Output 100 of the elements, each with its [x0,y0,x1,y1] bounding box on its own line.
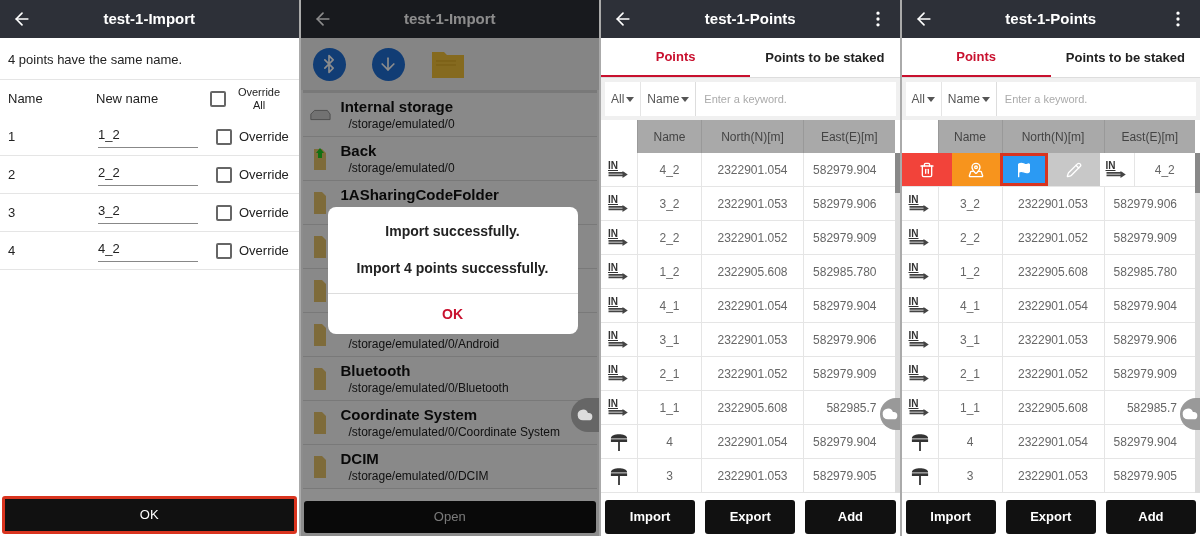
new-name-field[interactable]: 1_2 [98,125,198,148]
table-cell: 2322905.608 [701,391,803,424]
item-path: /storage/emulated/0/DCIM [348,467,489,484]
checkbox-label: Override [239,241,289,260]
table-cell: 1_1 [637,391,701,424]
item-name: DCIM [340,449,380,468]
checkbox-label: Override All [236,86,282,112]
table-cell: 2_2 [637,221,701,254]
table-cell: 582985.780 [803,255,895,288]
download-icon[interactable] [371,47,405,81]
table-cell: 2322901.053 [1001,187,1104,220]
table-cell: 4 [637,425,701,458]
table-cell: 2322905.608 [1001,255,1104,288]
checkbox[interactable] [216,204,232,221]
action-button[interactable]: Add [1105,500,1196,534]
bluetooth-icon[interactable] [312,47,346,81]
screen-title: test-1-Import [402,8,497,29]
cloud-icon[interactable] [881,406,898,422]
item-path: /storage/emulated/0/Bluetooth [348,379,509,396]
point-name: 2 [8,165,17,184]
table-cell: 2322901.053 [1001,459,1104,492]
table-cell: 3 [637,459,701,492]
duplicate-message: 4 points have the same name. [8,50,183,69]
table-cell: 2_1 [937,357,1002,390]
cloud-icon[interactable] [1182,406,1198,422]
point-name: 4 [8,241,17,260]
table-cell: 3_2 [637,187,701,220]
table-cell: 2322901.052 [1001,221,1104,254]
table-cell: 582979.909 [803,221,895,254]
receiver-icon [610,431,628,452]
table-cell: 1_1 [937,391,1002,424]
table-cell: 4_1 [937,289,1002,322]
new-name-field[interactable]: 3_2 [98,201,198,224]
map-pin-icon [967,161,984,178]
table-cell: 2322901.053 [701,323,803,356]
new-name-field[interactable]: 2_2 [98,163,198,186]
table-cell: 582979.904 [803,153,895,186]
screen-title: test-1-Import [102,8,197,29]
checkbox[interactable] [216,242,232,259]
item-name: Bluetooth [340,361,412,380]
table-cell: 582979.909 [803,357,895,390]
column-header: New name [96,90,160,109]
tab[interactable]: Points to be staked [1050,38,1200,77]
item-name: 1ASharingCodeFolder [340,185,499,204]
table-cell: 2322901.053 [1001,323,1104,356]
table-cell: 2322901.053 [701,459,803,492]
filter-dropdown[interactable]: Name [640,82,696,116]
folder-icon [313,455,326,478]
folder-icon [313,147,326,170]
caret-icon [681,96,690,102]
table-cell: 3_1 [937,323,1002,356]
table-cell: 582979.906 [803,187,895,220]
table-cell: 1_2 [937,255,1002,288]
table-cell: 2_2 [937,221,1002,254]
folder-icon [313,191,326,214]
pencil-icon [1065,161,1082,178]
action-button[interactable]: Export [1005,500,1096,534]
filter-dropdown[interactable]: Name [940,82,996,116]
dialog-ok-button[interactable]: OK [327,293,578,334]
table-cell: 4_2 [637,153,701,186]
table-cell: 3 [937,459,1002,492]
table-cell: 2322905.608 [701,255,803,288]
table-cell: 2322901.054 [701,153,803,186]
table-cell: 2322901.052 [701,357,803,390]
item-name: Back [340,141,378,160]
flag-icon [1015,161,1032,178]
open-button[interactable]: Open [303,501,596,533]
point-name: 3 [8,203,17,222]
action-button[interactable]: Import [905,500,996,534]
cloud-icon[interactable] [577,407,593,423]
ok-button[interactable]: OK [2,496,297,534]
item-name: Internal storage [340,97,455,116]
table-cell: 582979.904 [803,289,895,322]
screen-title: test-1-Points [1004,8,1098,29]
table-cell: 1_2 [637,255,701,288]
new-name-field[interactable]: 4_2 [98,239,198,262]
caret-icon [981,96,990,102]
table-cell: 4 [937,425,1002,458]
swipe-action-button[interactable] [901,153,952,186]
action-button[interactable]: Export [705,500,796,534]
checkbox[interactable] [210,91,226,107]
action-button[interactable]: Add [805,500,896,534]
item-path: /storage/emulated/0/Coordinate System [348,423,560,440]
tab[interactable]: Points to be staked [750,38,900,77]
checkbox[interactable] [216,166,232,183]
folder-icon [313,323,326,346]
table-cell: 2_1 [637,357,701,390]
filter-dropdown[interactable]: All [905,82,941,116]
action-button[interactable]: Import [605,500,696,534]
swipe-action-button[interactable] [999,153,1048,186]
checkbox[interactable] [216,128,232,145]
point-name: 1 [8,127,17,146]
item-name: Coordinate System [340,405,479,424]
caret-icon [926,96,935,102]
search-field[interactable]: Enter a keyword. [695,82,896,116]
table-cell: 582979.905 [803,459,895,492]
column-header: North(N)[m] [701,120,803,153]
filter-dropdown[interactable]: All [605,82,641,116]
swipe-action-button[interactable] [951,153,1000,186]
search-field[interactable]: Enter a keyword. [995,82,1196,116]
